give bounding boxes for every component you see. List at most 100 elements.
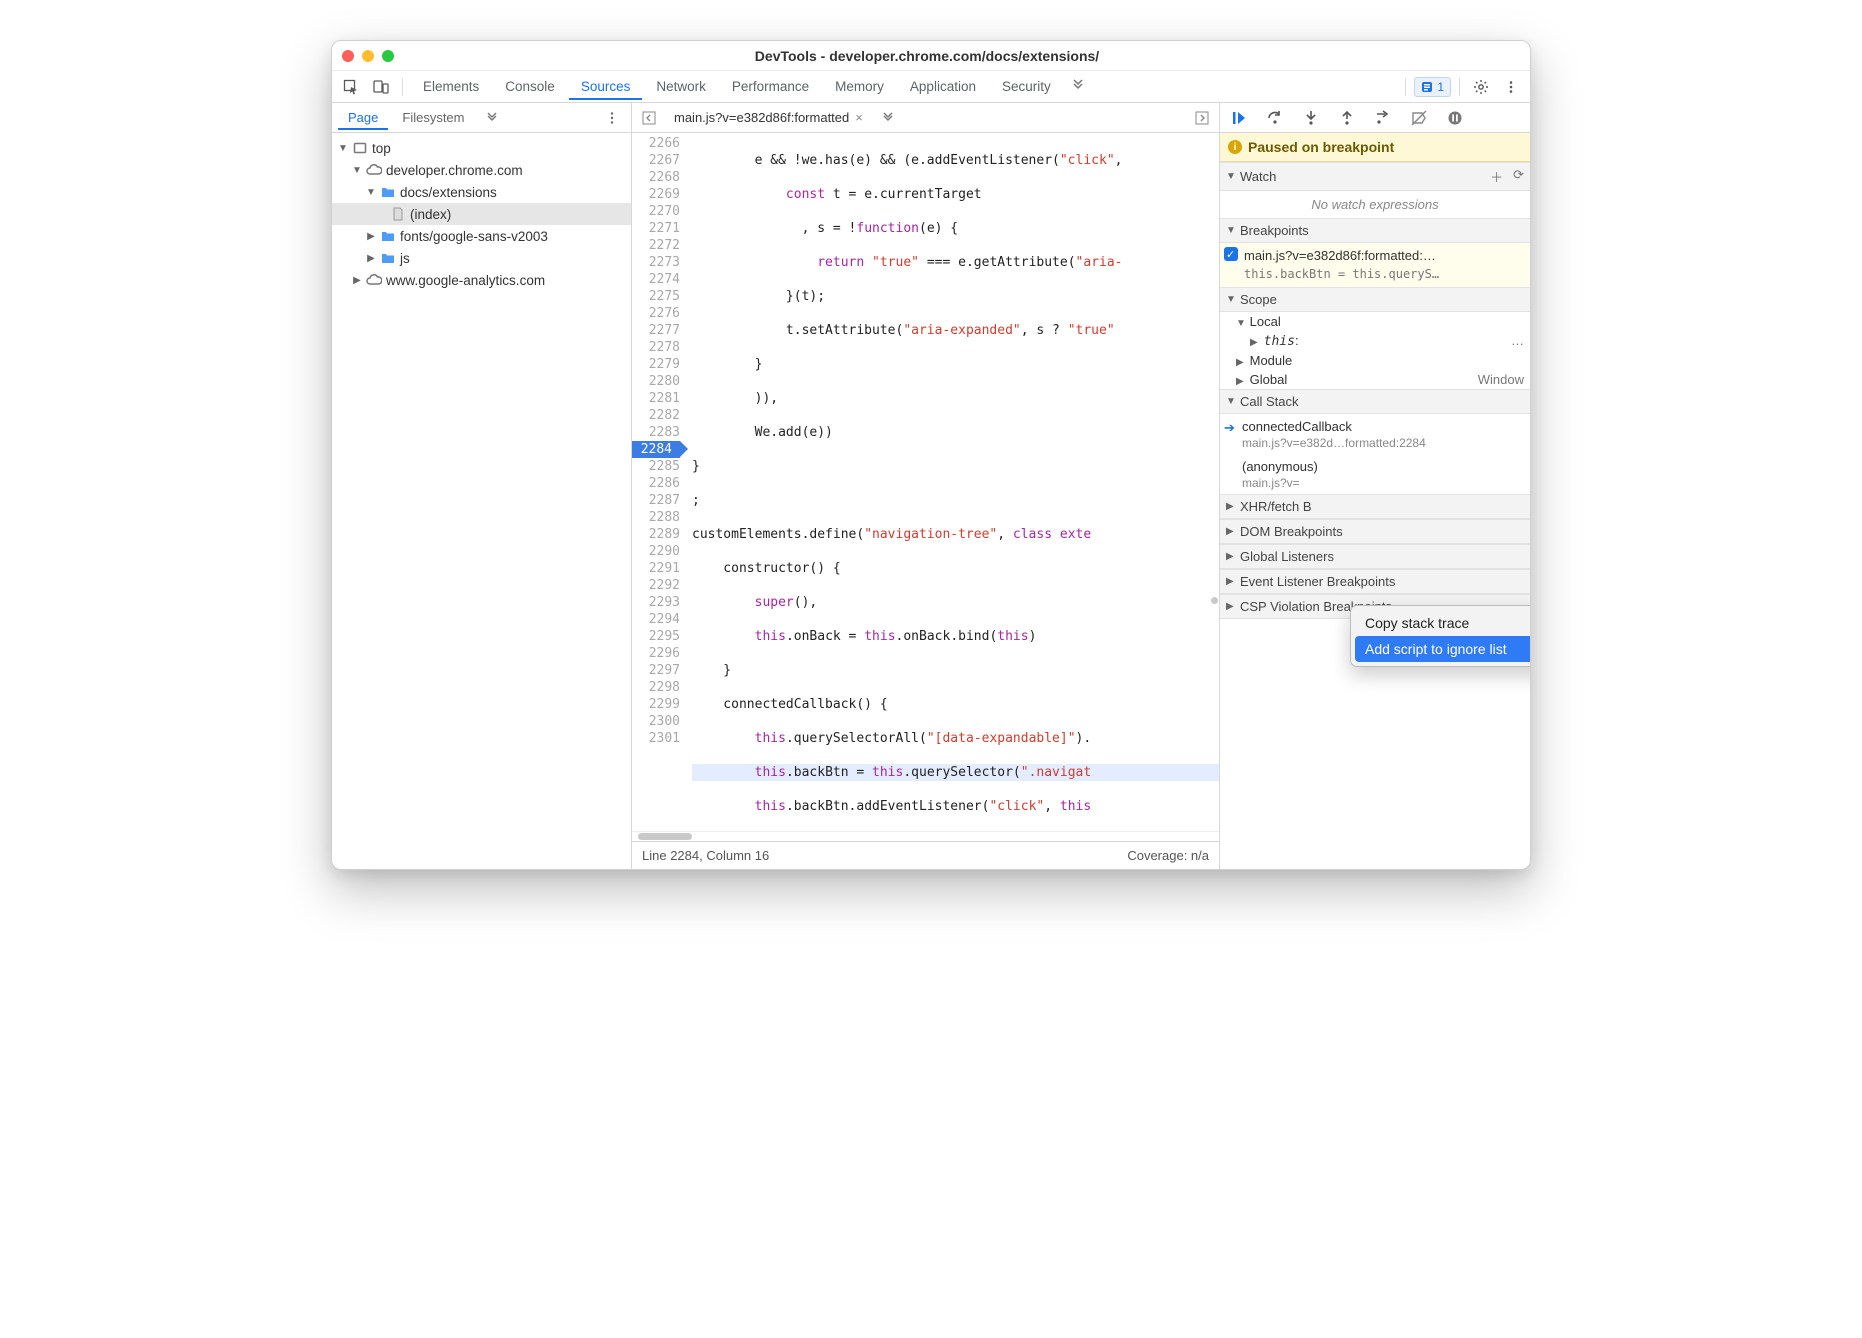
paused-banner: i Paused on breakpoint [1220, 133, 1530, 162]
tree-domain-analytics[interactable]: ▶ www.google-analytics.com [332, 269, 631, 291]
tree-folder-docs[interactable]: ▼ docs/extensions [332, 181, 631, 203]
inspect-element-icon[interactable] [338, 74, 364, 100]
breakpoints-header[interactable]: ▼Breakpoints [1220, 218, 1530, 243]
current-frame-arrow-icon: ➔ [1224, 419, 1235, 436]
tree-label: docs/extensions [400, 185, 497, 200]
sidebar-kebab-icon[interactable] [599, 105, 625, 131]
add-watch-icon[interactable]: ＋ [1490, 167, 1503, 186]
info-icon: i [1228, 140, 1242, 154]
minimize-window-button[interactable] [362, 50, 374, 62]
tree-label: developer.chrome.com [386, 163, 523, 178]
issues-count: 1 [1437, 80, 1444, 94]
settings-gear-icon[interactable] [1468, 74, 1494, 100]
ctx-add-to-ignore-list[interactable]: Add script to ignore list [1355, 636, 1531, 662]
step-icon[interactable] [1370, 105, 1396, 131]
resume-icon[interactable] [1226, 105, 1252, 131]
devtools-window: DevTools - developer.chrome.com/docs/ext… [331, 40, 1531, 870]
debugger-controls [1220, 103, 1530, 133]
tree-label: js [400, 251, 410, 266]
tree-top[interactable]: ▼ top [332, 137, 631, 159]
close-tab-icon[interactable]: × [855, 110, 863, 125]
tab-memory[interactable]: Memory [823, 73, 896, 100]
code-area[interactable]: 2266226722682269227022712272227322742275… [632, 133, 1219, 831]
refresh-watch-icon[interactable]: ⟳ [1513, 167, 1524, 186]
main-toolbar: Elements Console Sources Network Perform… [332, 71, 1530, 103]
frame-loc: main.js?v= [1242, 475, 1524, 492]
tree-label: fonts/google-sans-v2003 [400, 229, 548, 244]
watch-header[interactable]: ▼Watch ＋ ⟳ [1220, 162, 1530, 191]
cursor-position: Line 2284, Column 16 [642, 848, 769, 863]
callstack-frame-1[interactable]: (anonymous) main.js?v= [1220, 454, 1530, 494]
window-title: DevTools - developer.chrome.com/docs/ext… [394, 48, 1460, 64]
context-menu: Copy stack trace Add script to ignore li… [1350, 605, 1531, 667]
ctx-copy-stack-trace[interactable]: Copy stack trace [1355, 610, 1531, 636]
dom-breakpoints-header[interactable]: ▶DOM Breakpoints [1220, 519, 1530, 544]
sidebar-tab-page[interactable]: Page [338, 105, 388, 130]
device-toolbar-icon[interactable] [368, 74, 394, 100]
folder-icon [380, 184, 396, 200]
frame-fn: connectedCallback [1242, 418, 1524, 435]
callstack-header[interactable]: ▼Call Stack [1220, 389, 1530, 414]
breakpoint-item[interactable]: main.js?v=e382d86f:formatted:… this.back… [1220, 243, 1530, 287]
tree-domain-chrome[interactable]: ▼ developer.chrome.com [332, 159, 631, 181]
breakpoint-checkbox[interactable] [1224, 247, 1238, 261]
sidebar-tab-filesystem[interactable]: Filesystem [392, 105, 474, 130]
nav-forward-icon[interactable] [1189, 105, 1215, 131]
navigator-sidebar: Page Filesystem ▼ top ▼ [332, 103, 632, 869]
editor-tab-label: main.js?v=e382d86f:formatted [674, 110, 849, 125]
step-out-icon[interactable] [1334, 105, 1360, 131]
scope-header[interactable]: ▼Scope [1220, 287, 1530, 312]
step-over-icon[interactable] [1262, 105, 1288, 131]
window-controls [342, 50, 394, 62]
tab-console[interactable]: Console [493, 73, 567, 100]
tab-sources[interactable]: Sources [569, 73, 643, 100]
breakpoint-sub: this.backBtn = this.queryS… [1244, 265, 1524, 283]
line-gutter[interactable]: 2266226722682269227022712272227322742275… [632, 133, 688, 831]
file-icon [390, 206, 406, 222]
more-sidebar-tabs-icon[interactable] [479, 105, 505, 131]
scope-this[interactable]: ▶ this: … [1220, 331, 1530, 351]
callstack-frame-0[interactable]: ➔ connectedCallback main.js?v=e382d…form… [1220, 414, 1530, 454]
breakpoint-title: main.js?v=e382d86f:formatted:… [1244, 247, 1524, 265]
tree-label-top: top [372, 141, 391, 156]
step-into-icon[interactable] [1298, 105, 1324, 131]
cloud-icon [366, 272, 382, 288]
scope-module[interactable]: ▶ Module [1220, 351, 1530, 370]
tree-label: www.google-analytics.com [386, 273, 545, 288]
tab-performance[interactable]: Performance [720, 73, 821, 100]
event-listener-breakpoints-header[interactable]: ▶Event Listener Breakpoints [1220, 569, 1530, 594]
frame-loc: main.js?v=e382d…formatted:2284 [1242, 435, 1524, 452]
scope-global[interactable]: ▶ GlobalWindow [1220, 370, 1530, 389]
more-tabs-icon[interactable] [1065, 73, 1091, 99]
tab-application[interactable]: Application [898, 73, 988, 100]
folder-icon [380, 228, 396, 244]
frame-fn: (anonymous) [1242, 458, 1524, 475]
nav-back-icon[interactable] [636, 105, 662, 131]
tab-network[interactable]: Network [644, 73, 718, 100]
tree-folder-js[interactable]: ▶ js [332, 247, 631, 269]
frame-icon [352, 140, 368, 156]
horizontal-scrollbar-thumb[interactable] [638, 833, 692, 840]
tab-elements[interactable]: Elements [411, 73, 491, 100]
file-tree[interactable]: ▼ top ▼ developer.chrome.com ▼ docs/exte… [332, 133, 631, 869]
tab-security[interactable]: Security [990, 73, 1063, 100]
global-listeners-header[interactable]: ▶Global Listeners [1220, 544, 1530, 569]
maximize-window-button[interactable] [382, 50, 394, 62]
issues-badge[interactable]: 1 [1414, 77, 1451, 97]
editor-tab-main[interactable]: main.js?v=e382d86f:formatted × [666, 103, 871, 133]
deactivate-breakpoints-icon[interactable] [1406, 105, 1432, 131]
vertical-scrollbar-thumb[interactable] [1211, 597, 1218, 604]
tree-folder-fonts[interactable]: ▶ fonts/google-sans-v2003 [332, 225, 631, 247]
scope-local[interactable]: ▼ Local [1220, 312, 1530, 331]
kebab-menu-icon[interactable] [1498, 74, 1524, 100]
horizontal-scrollbar[interactable] [632, 831, 1219, 841]
code-content[interactable]: e && !we.has(e) && (e.addEventListener("… [688, 133, 1219, 831]
xhr-breakpoints-header[interactable]: ▶XHR/fetch B [1220, 494, 1530, 519]
folder-icon [380, 250, 396, 266]
more-editor-tabs-icon[interactable] [875, 105, 901, 131]
tree-file-index[interactable]: (index) [332, 203, 631, 225]
close-window-button[interactable] [342, 50, 354, 62]
window-titlebar: DevTools - developer.chrome.com/docs/ext… [332, 41, 1530, 71]
pause-exceptions-icon[interactable] [1442, 105, 1468, 131]
debugger-panel: i Paused on breakpoint ▼Watch ＋ ⟳ No wat… [1220, 103, 1530, 869]
